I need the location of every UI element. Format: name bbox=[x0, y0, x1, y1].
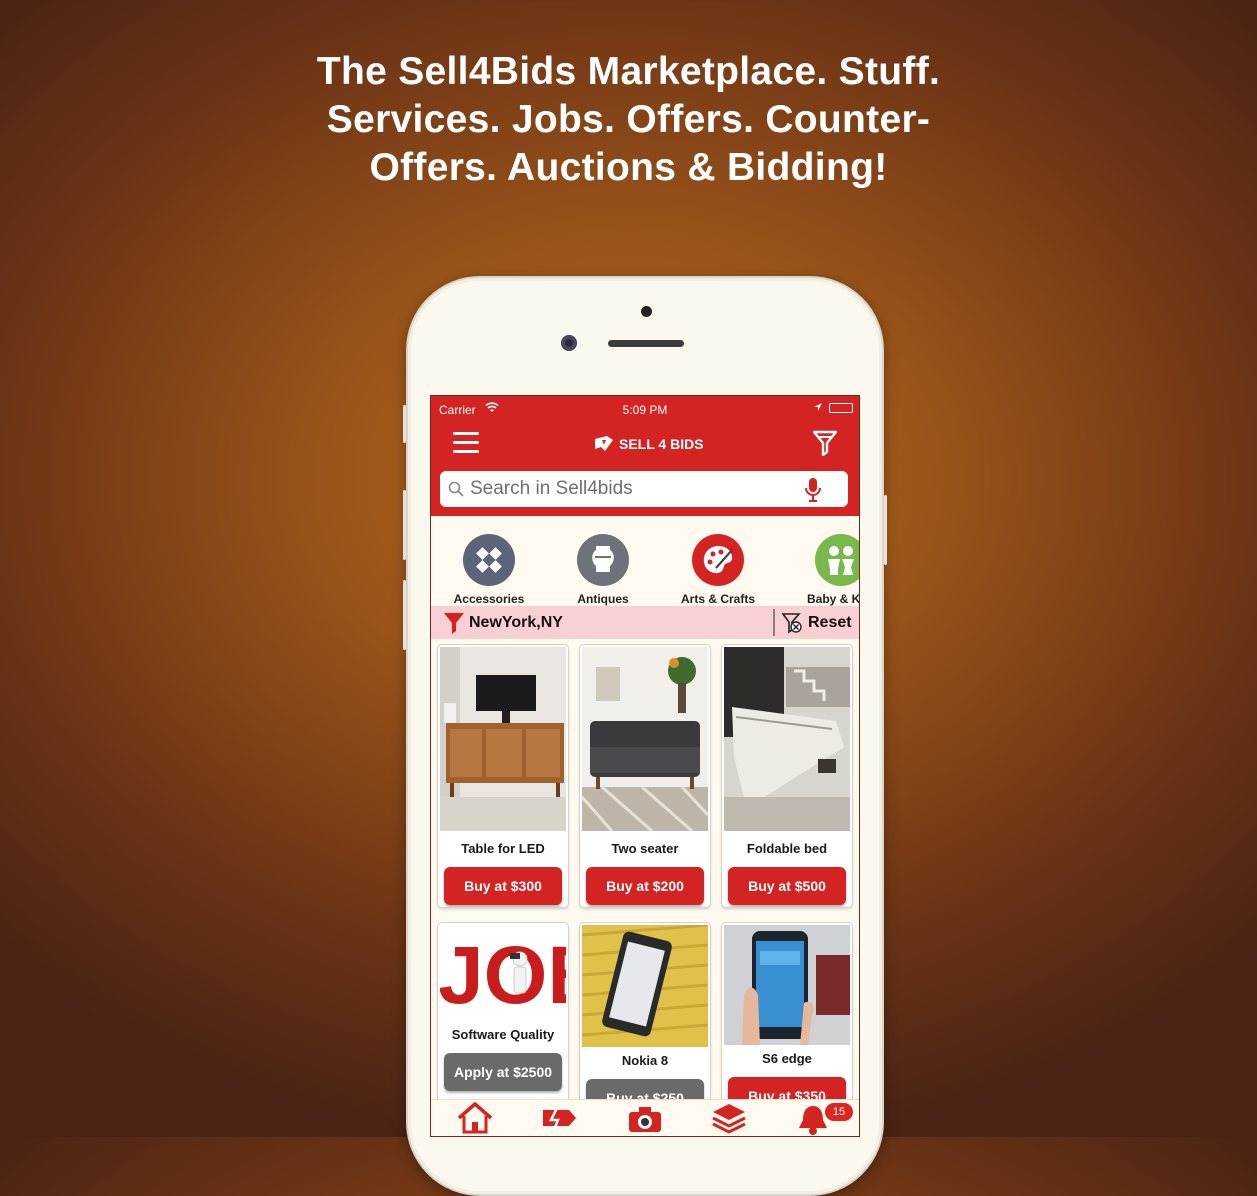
product-card[interactable]: S6 edge Buy at $350 bbox=[722, 923, 852, 1113]
product-title: Table for LED bbox=[461, 841, 545, 856]
phone-screen: Carrier 5:09 PM SELL 4 BIDS Search in Se… bbox=[430, 395, 860, 1137]
product-card[interactable]: Two seater Buy at $200 bbox=[580, 645, 710, 907]
baby-kids-icon bbox=[815, 534, 859, 586]
volume-up-button bbox=[403, 490, 406, 560]
product-image-sofa bbox=[582, 647, 708, 831]
svg-text:JOB: JOB bbox=[440, 930, 566, 1021]
status-time: 5:09 PM bbox=[622, 403, 668, 417]
antiques-icon bbox=[577, 534, 629, 586]
buy-button[interactable]: Buy at $500 bbox=[728, 867, 846, 905]
tab-bar bbox=[431, 1099, 859, 1136]
layers-icon[interactable] bbox=[711, 1102, 747, 1136]
location-text[interactable]: NewYork,NY bbox=[469, 614, 563, 632]
location-bar: NewYork,NY Reset bbox=[431, 606, 859, 639]
search-input[interactable]: Search in Sell4bids bbox=[440, 471, 848, 507]
reset-filter-icon bbox=[781, 613, 802, 634]
product-card[interactable]: JOB Software Quality Apply at $2500 bbox=[438, 923, 568, 1113]
buy-button[interactable]: Buy at $300 bbox=[444, 867, 562, 905]
search-placeholder: Search in Sell4bids bbox=[470, 478, 633, 499]
accessories-icon bbox=[463, 534, 515, 586]
headline-line-2: Services. Jobs. Offers. Counter- bbox=[326, 98, 931, 141]
search-bar-container: Search in Sell4bids bbox=[431, 466, 859, 516]
volume-down-button bbox=[403, 580, 406, 650]
battery-icon bbox=[829, 403, 853, 413]
product-image-jobs: JOB bbox=[440, 925, 566, 1025]
power-button bbox=[884, 495, 887, 565]
proximity-sensor bbox=[641, 306, 652, 317]
logo-mark-icon bbox=[595, 436, 613, 451]
product-image-bed bbox=[724, 647, 850, 831]
home-icon[interactable] bbox=[457, 1102, 493, 1136]
mute-switch bbox=[403, 405, 406, 443]
product-image-s6-edge bbox=[724, 925, 850, 1045]
location-filter-icon bbox=[444, 613, 464, 634]
nav-bar: SELL 4 BIDS bbox=[431, 422, 859, 466]
apply-button[interactable]: Apply at $2500 bbox=[444, 1053, 562, 1091]
product-image-nokia bbox=[582, 925, 708, 1047]
product-image-tv-stand bbox=[440, 647, 566, 831]
product-title: Software Quality bbox=[451, 1027, 555, 1042]
buy-button[interactable]: Buy at $200 bbox=[586, 867, 704, 905]
category-label: Arts & Crafts bbox=[680, 592, 755, 606]
product-title: Nokia 8 bbox=[621, 1053, 669, 1068]
front-camera bbox=[561, 335, 577, 351]
category-strip: Accessories Antiques Arts & Crafts Baby … bbox=[431, 516, 859, 606]
notification-badge: 15 bbox=[825, 1103, 853, 1121]
category-baby-kids[interactable]: Baby & K bbox=[791, 534, 860, 606]
arts-crafts-icon bbox=[692, 534, 744, 586]
product-card[interactable]: Foldable bed Buy at $500 bbox=[722, 645, 852, 907]
category-antiques[interactable]: Antiques bbox=[553, 534, 653, 606]
microphone-icon[interactable] bbox=[804, 477, 822, 503]
location-arrow-icon bbox=[813, 401, 823, 415]
product-card[interactable]: Nokia 8 Buy at $250 bbox=[580, 923, 710, 1113]
headline-line-1: The Sell4Bids Marketplace. Stuff. bbox=[316, 50, 941, 93]
product-card[interactable]: Table for LED Buy at $300 bbox=[438, 645, 568, 907]
product-grid: Table for LED Buy at $300 Two seater Buy… bbox=[431, 639, 859, 1113]
headline-line-3: Offers. Auctions & Bidding! bbox=[369, 146, 888, 189]
filter-icon[interactable] bbox=[812, 430, 838, 461]
menu-icon[interactable] bbox=[453, 432, 479, 454]
category-arts-crafts[interactable]: Arts & Crafts bbox=[668, 534, 768, 606]
logo-text: SELL 4 BIDS bbox=[619, 436, 704, 452]
category-label: Accessories bbox=[453, 592, 525, 606]
headline: The Sell4Bids Marketplace. Stuff. Servic… bbox=[0, 48, 1257, 192]
reset-button[interactable]: Reset bbox=[781, 612, 852, 634]
product-title: S6 edge bbox=[762, 1051, 812, 1066]
app-logo: SELL 4 BIDS bbox=[593, 432, 704, 456]
offers-icon[interactable] bbox=[541, 1102, 577, 1136]
earpiece-speaker bbox=[608, 340, 684, 347]
location-divider bbox=[773, 609, 775, 636]
category-accessories[interactable]: Accessories bbox=[439, 534, 539, 606]
search-icon bbox=[448, 481, 464, 497]
product-title: Foldable bed bbox=[746, 841, 828, 856]
category-label: Baby & K bbox=[807, 592, 860, 606]
category-label: Antiques bbox=[577, 592, 629, 606]
reset-label: Reset bbox=[808, 614, 852, 631]
product-title: Two seater bbox=[611, 841, 679, 856]
status-bar: Carrier 5:09 PM bbox=[431, 396, 859, 422]
camera-icon[interactable] bbox=[627, 1102, 663, 1136]
